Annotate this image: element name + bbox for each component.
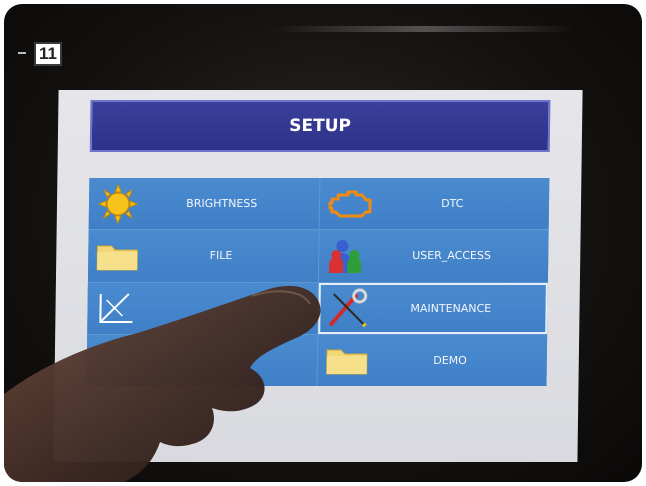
folder-icon bbox=[321, 340, 372, 380]
menu-item-file[interactable]: FILE bbox=[87, 230, 319, 282]
setup-menu-grid: BRIGHTNESS DTC FILE USER_ACCESS MAINTENA… bbox=[86, 178, 550, 386]
engine-icon bbox=[323, 184, 374, 224]
menu-item-demo[interactable]: DEMO bbox=[316, 334, 548, 386]
menu-item-maintenance[interactable]: MAINTENANCE bbox=[317, 282, 548, 334]
step-number-badge: 11 bbox=[34, 42, 62, 66]
calibration-icon bbox=[91, 288, 142, 328]
menu-item-calibration[interactable] bbox=[87, 282, 318, 334]
device-frame: 11 SETUP BRIGHTNESS DTC FILE USER_ACCESS… bbox=[4, 4, 642, 482]
menu-item-label: FILE bbox=[209, 249, 233, 263]
users-icon bbox=[323, 236, 374, 276]
folder-icon bbox=[92, 236, 143, 276]
page-title: SETUP bbox=[289, 116, 352, 136]
touch-screen: SETUP BRIGHTNESS DTC FILE USER_ACCESS MA… bbox=[53, 90, 583, 462]
bezel-glare bbox=[274, 26, 574, 32]
menu-item-label: BRIGHTNESS bbox=[186, 197, 258, 211]
menu-item-brightness[interactable]: BRIGHTNESS bbox=[88, 178, 319, 230]
menu-item-label: DTC bbox=[441, 197, 464, 211]
menu-item-label: USER_ACCESS bbox=[412, 249, 491, 263]
menu-item-label: MAINTENANCE bbox=[410, 301, 492, 315]
menu-item-user-access[interactable]: USER_ACCESS bbox=[318, 230, 549, 282]
hidden-item-icon bbox=[91, 340, 142, 380]
menu-item-dtc[interactable]: DTC bbox=[319, 178, 550, 230]
setup-title-bar: SETUP bbox=[89, 100, 551, 152]
menu-item-label: DEMO bbox=[433, 353, 467, 367]
menu-item-hidden[interactable] bbox=[86, 334, 317, 386]
sun-icon bbox=[93, 183, 144, 224]
step-dash bbox=[18, 52, 26, 54]
tools-icon bbox=[322, 288, 373, 328]
